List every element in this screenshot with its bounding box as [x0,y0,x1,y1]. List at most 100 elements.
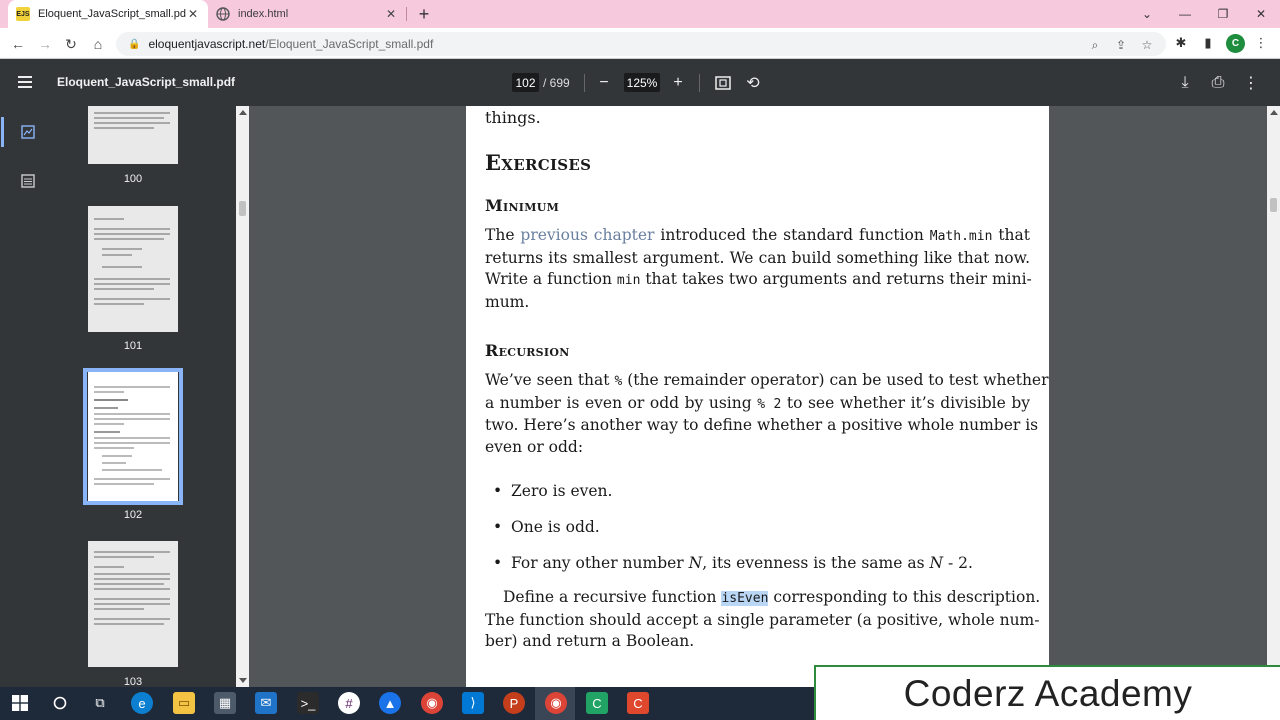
page-thumbnail[interactable] [88,541,178,667]
edge-icon[interactable]: e [131,692,153,714]
chrome-menu-icon[interactable]: ⋮ [1251,33,1271,53]
recorder-icon[interactable]: C [627,692,649,714]
document-scrollbar[interactable] [1267,106,1280,687]
scroll-up-icon[interactable] [239,110,247,115]
list-item: One is odd. [493,518,600,536]
divider [584,74,585,92]
subsection-heading: Recursion [485,341,570,360]
scroll-down-icon[interactable] [239,678,247,683]
tab-title: Eloquent_JavaScript_small.pdf [38,8,186,20]
chrome-profile-icon[interactable]: ◉ [421,692,443,714]
text-line: two. Here’s another way to define whethe… [485,416,1039,434]
body-text: things. [485,108,541,127]
tab-search-icon[interactable]: ⌄ [1128,0,1166,28]
thumbnail-label: 103 [123,676,143,687]
slack-icon[interactable]: # [338,692,360,714]
text-line: Define a recursive function isEven corre… [503,588,1041,606]
paragraph: Define a recursive function isEven corre… [485,587,1041,653]
paragraph: We’ve seen that % (the remainder operato… [485,370,1049,458]
text-line: returns its smallest argument. We can bu… [485,248,1030,267]
more-options-icon[interactable]: ⋮ [1240,72,1262,94]
download-icon[interactable]: ⤓ [1174,72,1196,94]
text-line: The function should accept a single para… [485,610,1040,629]
powerpoint-icon[interactable]: P [503,692,525,714]
bookmark-star-icon[interactable]: ☆ [1138,36,1156,54]
outline-view-icon[interactable] [18,172,38,190]
search-icon[interactable] [49,692,71,714]
camtasia-icon[interactable]: C [586,692,608,714]
sidebar-tabs [0,106,56,687]
selected-thumbnail-border [83,368,183,505]
close-tab-icon[interactable]: ✕ [384,7,398,21]
page-thumbnail[interactable] [88,106,178,164]
sidebar-scrollbar[interactable] [236,106,249,687]
menu-icon[interactable] [18,72,38,92]
subsection-heading: Minimum [485,196,560,215]
thumbnail-label: 101 [123,340,143,352]
zoom-input[interactable]: 125% [624,73,660,92]
zoom-icon[interactable]: ⌕ [1086,36,1104,54]
thumbnail-label: 102 [123,509,143,521]
terminal-icon[interactable]: >_ [297,692,319,714]
browser-toolbar: ← → ↻ ⌂ 🔒 eloquentjavascript.net/Eloquen… [0,28,1280,59]
share-icon[interactable]: ⇪ [1112,36,1130,54]
windows-start-icon[interactable] [9,692,31,714]
text-line: ber) and return a Boolean. [485,632,695,650]
brand-watermark: Coderz Academy [814,665,1280,720]
ejs-favicon-icon: EJS [16,7,30,21]
previous-chapter-link[interactable]: previous chapter [520,226,654,244]
thumbnails-view-icon[interactable] [1,117,38,147]
pdf-title: Eloquent_JavaScript_small.pdf [57,75,236,89]
forward-icon[interactable]: → [34,33,56,55]
text-line: a number is even or odd by using % 2 to … [485,393,1030,412]
tab-pdf[interactable]: EJS Eloquent_JavaScript_small.pdf ✕ [8,0,208,28]
text-line: Write a function min that takes two argu… [485,270,1032,288]
scroll-up-icon[interactable] [1270,110,1278,115]
store-icon[interactable]: ▦ [214,692,236,714]
fit-page-icon[interactable] [712,72,734,94]
lock-icon: 🔒 [128,38,141,50]
scrollbar-thumb[interactable] [1270,198,1277,212]
list-item: For any other number N, its evenness is … [493,554,973,572]
tab-title: index.html [238,8,289,20]
chrome-icon[interactable]: ◉ [545,692,567,714]
mail-icon[interactable]: ✉ [255,692,277,714]
text-line: We’ve seen that % (the remainder operato… [485,371,1049,389]
page-total: / 699 [543,76,570,90]
zoom-out-icon[interactable]: − [593,72,615,94]
text-line: The previous chapter introduced the stan… [485,226,1030,244]
drive-icon[interactable]: ▲ [379,692,401,714]
reload-icon[interactable]: ↻ [60,33,82,55]
address-bar[interactable]: 🔒 eloquentjavascript.net/Eloquent_JavaSc… [116,32,1166,56]
side-panel-icon[interactable]: ▮ [1198,33,1218,53]
print-icon[interactable]: ⎙ [1207,72,1229,94]
list-item: Zero is even. [493,482,613,500]
pdf-toolbar: Eloquent_JavaScript_small.pdf 102 / 699 … [0,59,1280,106]
thumbnail-label: 100 [123,173,143,185]
globe-icon [216,7,230,21]
new-tab-icon[interactable]: + [414,5,434,23]
scrollbar-thumb[interactable] [239,201,246,216]
highlighted-code[interactable]: isEven [721,591,769,606]
close-tab-icon[interactable]: ✕ [186,7,200,21]
vscode-icon[interactable]: ⟩ [462,692,484,714]
extensions-icon[interactable]: ✱ [1171,33,1191,53]
close-window-icon[interactable]: ✕ [1242,0,1280,28]
text-line: even or odd: [485,437,584,456]
back-icon[interactable]: ← [7,33,29,55]
minimize-icon[interactable]: — [1166,0,1204,28]
home-icon[interactable]: ⌂ [87,33,109,55]
page-thumbnail[interactable] [88,206,178,332]
tab-strip: EJS Eloquent_JavaScript_small.pdf ✕ inde… [0,0,1280,28]
tab-index[interactable]: index.html ✕ [208,0,406,28]
section-heading: Exercises [485,150,592,175]
task-view-icon[interactable]: ⧉ [89,692,111,714]
zoom-in-icon[interactable]: + [667,72,689,94]
file-explorer-icon[interactable]: ▭ [173,692,195,714]
tab-separator [406,7,407,21]
paragraph: The previous chapter introduced the stan… [485,225,1032,313]
restore-icon[interactable]: ❐ [1204,0,1242,28]
rotate-icon[interactable]: ⟲ [742,72,764,94]
page-number-input[interactable]: 102 [512,73,539,92]
profile-avatar[interactable]: C [1226,34,1245,53]
